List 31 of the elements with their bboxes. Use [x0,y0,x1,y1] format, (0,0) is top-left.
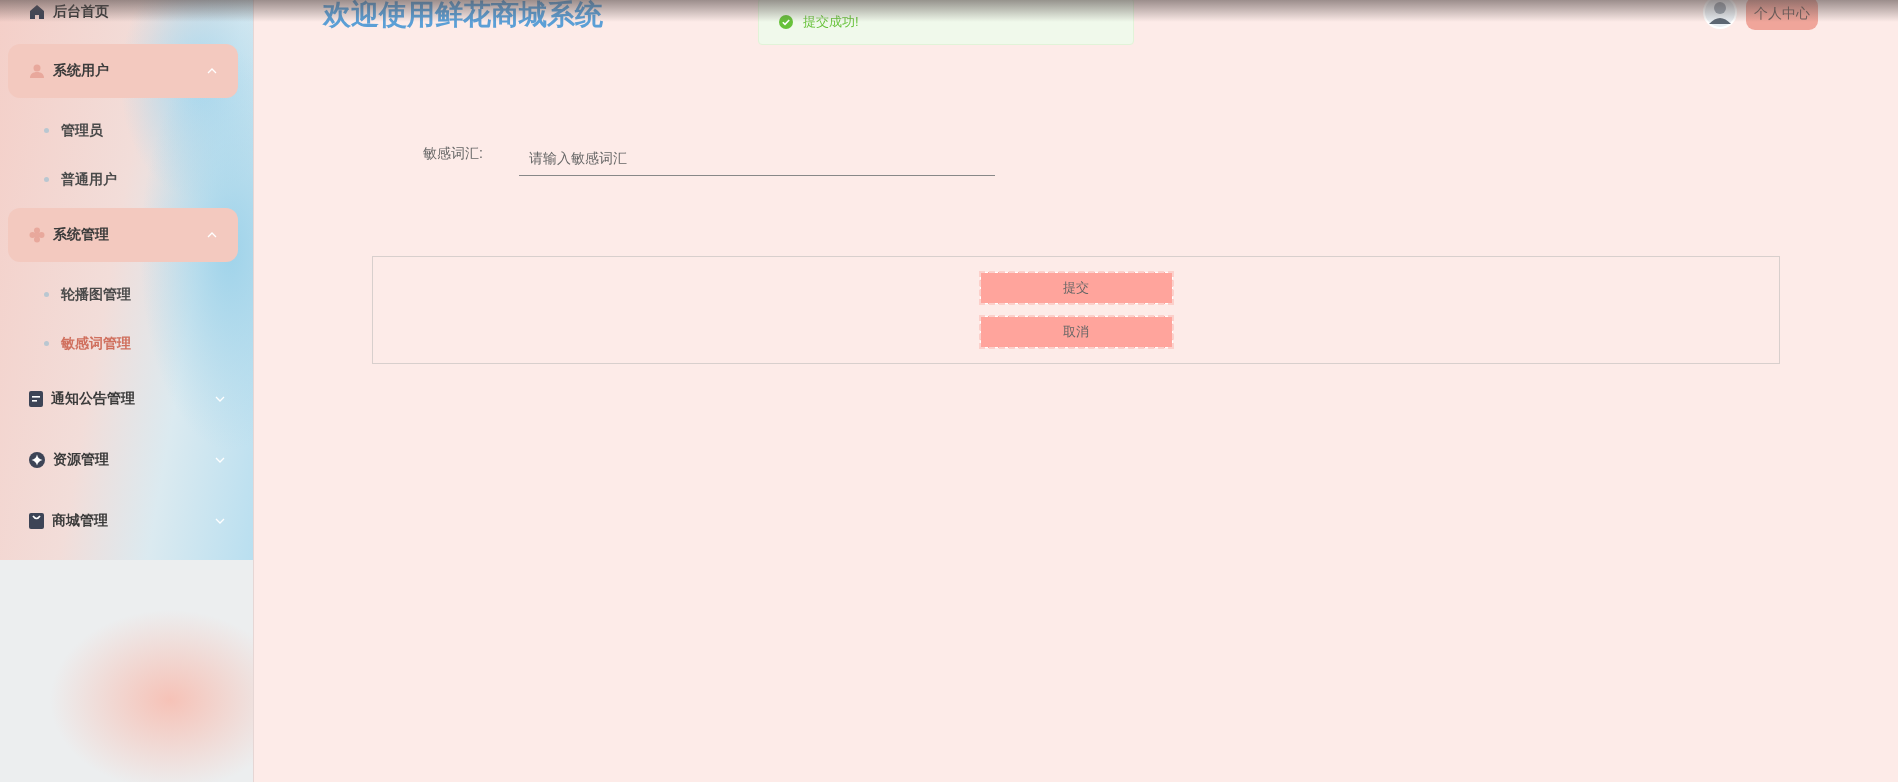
menu-group-label: 系统管理 [53,226,110,244]
menu-group-label: 资源管理 [53,450,110,469]
menu-group-label: 商城管理 [52,511,109,530]
field-label: 敏感词汇: [423,145,484,163]
star-icon [29,451,45,468]
bag-icon [29,512,44,529]
check-icon [779,14,793,29]
menu-group[interactable]: 通知公告管理 [0,368,253,429]
menu-group-label: 系统用户 [53,62,110,80]
chevron-up-icon [207,68,217,74]
avatar-icon [1703,0,1737,29]
menu-group[interactable]: 系统用户 [8,44,238,98]
page-title: 欢迎使用鲜花商城系统 [323,0,603,32]
menu-group[interactable]: 系统管理 [8,208,238,262]
chevron-down-icon [215,456,225,463]
chevron-up-icon [207,232,217,238]
menu-group[interactable]: 资源管理 [0,429,253,490]
input-field[interactable]: 请输入敏感词汇 [519,140,995,176]
flower-icon [29,227,45,243]
user-icon [29,63,45,79]
document-icon [29,390,43,407]
submenu-item[interactable]: 管理员 [0,106,253,155]
menu-item[interactable]: 后台首页 [0,0,253,24]
menu-group[interactable]: 商城管理 [0,490,253,551]
chevron-down-icon [215,395,225,402]
menu-group-label: 通知公告管理 [51,389,136,408]
home-icon [29,4,45,20]
submenu-item[interactable]: 普通用户 [0,155,253,204]
submenu-item[interactable]: 轮播图管理 [0,270,253,319]
toast-message: 提交成功! [803,12,859,31]
chevron-down-icon [215,517,225,524]
